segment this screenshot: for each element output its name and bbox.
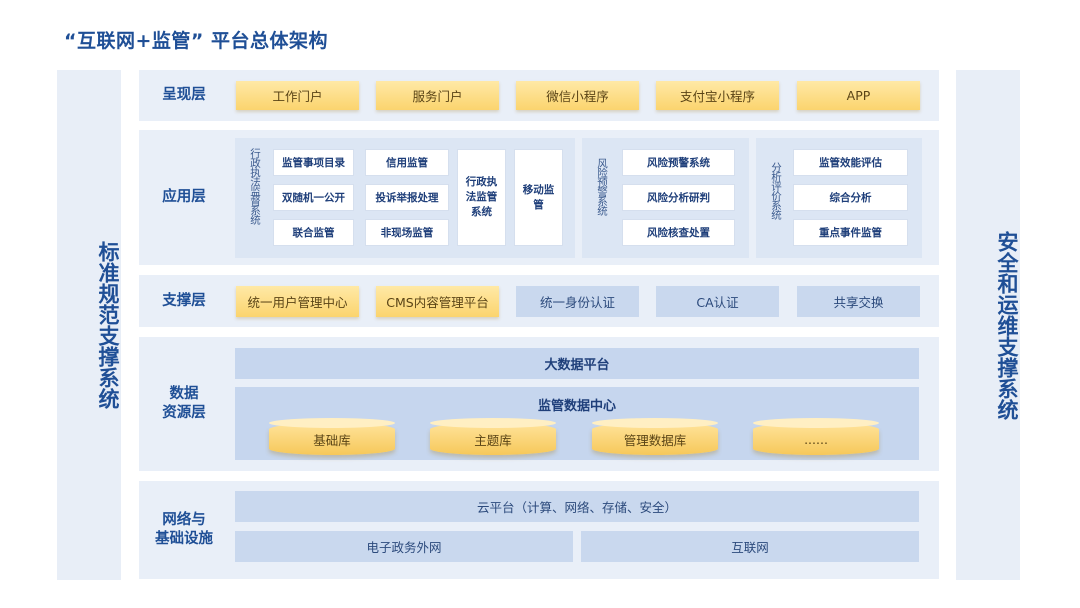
infra-layer-label-line2: 基础设施 bbox=[155, 531, 213, 547]
portal-service: 服务门户 bbox=[376, 81, 499, 110]
law-enforcement-group-title: 行政执法监督系统 bbox=[249, 148, 261, 224]
db-base-label: 基础库 bbox=[313, 432, 351, 448]
support-layer-label: 支撑层 bbox=[162, 293, 206, 309]
app-item-mobile: 移动监管 bbox=[514, 149, 563, 246]
app-item-catalog: 监管事项目录 bbox=[273, 149, 354, 176]
support-exchange: 共享交换 bbox=[797, 286, 920, 317]
analysis-evaluation-group-title: 分析评价系统 bbox=[770, 162, 782, 219]
infrastructure-layer: 网络与 基础设施 云平台（计算、网络、存储、安全） 电子政务外网 互联网 bbox=[139, 481, 939, 579]
support-user-center: 统一用户管理中心 bbox=[236, 286, 359, 317]
data-resource-layer: 数据 资源层 大数据平台 监管数据中心 基础库 主题库 管理数据库 ...... bbox=[139, 337, 939, 471]
application-layer-label: 应用层 bbox=[162, 189, 206, 205]
application-layer: 应用层 行政执法监督系统 监管事项目录 信用监管 双随机一公开 投诉举报处理 联… bbox=[139, 130, 939, 265]
support-cms: CMS内容管理平台 bbox=[376, 286, 499, 317]
db-management-label: 管理数据库 bbox=[623, 432, 687, 448]
infra-layer-label: 网络与 基础设施 bbox=[139, 511, 229, 549]
app-item-comprehensive: 综合分析 bbox=[793, 184, 908, 211]
data-layer-label-line2: 资源层 bbox=[162, 405, 206, 421]
egov-network: 电子政务外网 bbox=[235, 531, 573, 562]
app-item-enforcement-system: 行政执法监管系统 bbox=[457, 149, 506, 246]
alipay-miniprogram: 支付宝小程序 bbox=[656, 81, 779, 110]
presentation-layer-label: 呈现层 bbox=[162, 87, 206, 103]
db-theme-label: 主题库 bbox=[474, 432, 512, 448]
right-side-label: 安全和运维支撑系统 bbox=[995, 230, 1019, 420]
risk-warning-group-title: 风险预警系统 bbox=[596, 158, 608, 215]
left-side-label: 标准规范支撑系统 bbox=[96, 241, 120, 409]
portal-work: 工作门户 bbox=[236, 81, 359, 110]
app-item-efficiency: 监管效能评估 bbox=[793, 149, 908, 176]
analysis-evaluation-group: 分析评价系统 监管效能评估 综合分析 重点事件监管 bbox=[756, 138, 922, 258]
app-item-random: 双随机一公开 bbox=[273, 184, 354, 211]
law-enforcement-group: 行政执法监督系统 监管事项目录 信用监管 双随机一公开 投诉举报处理 联合监管 … bbox=[235, 138, 575, 258]
db-more: ...... bbox=[753, 418, 879, 455]
left-side-panel: 标准规范支撑系统 bbox=[57, 70, 121, 580]
data-layer-label-line1: 数据 bbox=[169, 386, 199, 402]
support-ca: CA认证 bbox=[656, 286, 779, 317]
right-side-panel: 安全和运维支撑系统 bbox=[956, 70, 1020, 580]
app-item-joint: 联合监管 bbox=[273, 219, 354, 246]
data-center-title: 监管数据中心 bbox=[537, 398, 616, 414]
db-management: 管理数据库 bbox=[592, 418, 718, 455]
cloud-platform: 云平台（计算、网络、存储、安全） bbox=[235, 491, 919, 522]
wechat-miniprogram: 微信小程序 bbox=[516, 81, 639, 110]
presentation-layer: 呈现层 工作门户 服务门户 微信小程序 支付宝小程序 APP bbox=[139, 70, 939, 121]
app-box: APP bbox=[797, 81, 920, 110]
support-identity: 统一身份认证 bbox=[516, 286, 639, 317]
app-item-risk-analysis: 风险分析研判 bbox=[622, 184, 735, 211]
app-item-offsite: 非现场监管 bbox=[365, 219, 449, 246]
internet-network: 互联网 bbox=[581, 531, 919, 562]
supervision-data-center: 监管数据中心 基础库 主题库 管理数据库 ...... bbox=[235, 387, 919, 460]
page-title: “互联网+监管” 平台总体架构 bbox=[64, 30, 329, 52]
db-more-label: ...... bbox=[804, 431, 828, 447]
db-theme: 主题库 bbox=[430, 418, 556, 455]
risk-warning-group: 风险预警系统 风险预警系统 风险分析研判 风险核查处置 bbox=[582, 138, 749, 258]
app-item-credit: 信用监管 bbox=[365, 149, 449, 176]
infra-layer-label-line1: 网络与 bbox=[162, 512, 206, 528]
app-item-risk-warning: 风险预警系统 bbox=[622, 149, 735, 176]
bigdata-platform: 大数据平台 bbox=[235, 348, 919, 379]
app-item-risk-handling: 风险核查处置 bbox=[622, 219, 735, 246]
data-layer-label: 数据 资源层 bbox=[139, 385, 229, 423]
app-item-key-events: 重点事件监管 bbox=[793, 219, 908, 246]
app-item-complaint: 投诉举报处理 bbox=[365, 184, 449, 211]
support-layer: 支撑层 统一用户管理中心 CMS内容管理平台 统一身份认证 CA认证 共享交换 bbox=[139, 275, 939, 327]
db-base: 基础库 bbox=[269, 418, 395, 455]
